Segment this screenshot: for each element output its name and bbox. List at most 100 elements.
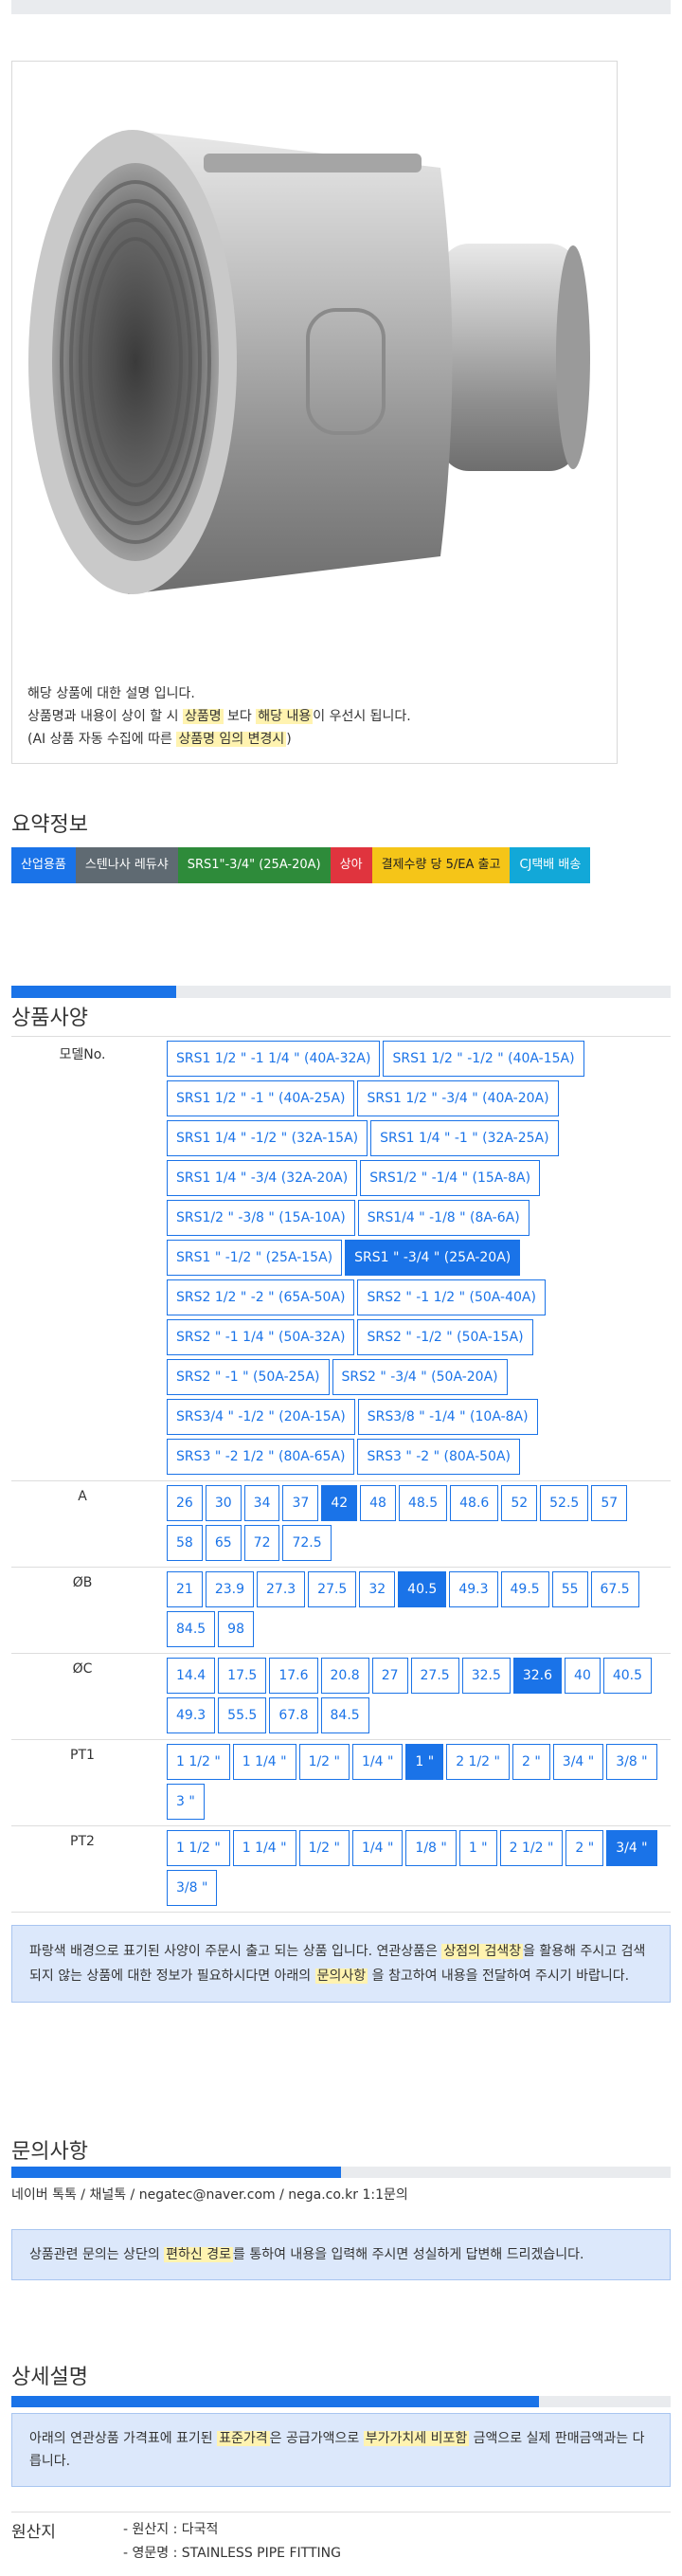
spec-option[interactable]: 48.5 [398,1485,448,1521]
spec-option[interactable]: 3/8 " [606,1744,657,1780]
spec-option[interactable]: SRS2 " -1 " (50A-25A) [167,1359,330,1395]
spec-option[interactable]: 67.5 [590,1571,639,1607]
spec-option[interactable]: SRS1 1/2 " -1 1/4 " (40A-32A) [167,1041,381,1077]
spec-option-selected[interactable]: SRS1 " -3/4 " (25A-20A) [345,1240,521,1276]
spec-option[interactable]: SRS3/4 " -1/2 " (20A-15A) [167,1399,355,1435]
spec-option[interactable]: 21 [167,1571,203,1607]
spec-option[interactable]: 27.3 [257,1571,306,1607]
spec-option[interactable]: 3/8 " [167,1870,218,1906]
spec-option[interactable]: 49.5 [500,1571,549,1607]
spec-option[interactable]: 1/8 " [405,1830,457,1866]
spec-option[interactable]: 67.8 [269,1697,318,1733]
spec-option[interactable]: 57 [591,1485,628,1521]
spec-label: PT2 [70,1834,95,1849]
desc-text: (AI 상품 자동 수집에 따른 [27,732,177,747]
spec-option[interactable]: 48.6 [450,1485,499,1521]
spec-option[interactable]: 27.5 [410,1658,459,1694]
spec-option[interactable]: 27.5 [308,1571,357,1607]
spec-option[interactable]: 72 [243,1525,280,1561]
spec-option[interactable]: SRS1 1/4 " -1 " (32A-25A) [370,1120,559,1156]
spec-option[interactable]: 3 " [167,1784,205,1820]
spec-option[interactable]: 65 [205,1525,242,1561]
spec-option[interactable]: 1 1/4 " [232,1830,296,1866]
spec-option[interactable]: 98 [218,1611,254,1647]
spec-row: ØB 21 23.9 27.3 27.5 32 40.5 49.3 49.5 55 67.5 84.5… [11,1568,671,1654]
spec-option[interactable]: 14.4 [167,1658,216,1694]
desc-text: ) [286,732,292,747]
spec-option[interactable]: 17.6 [269,1658,318,1694]
spec-option[interactable]: 3/4 " [552,1744,604,1780]
desc-text: 보다 [223,709,257,724]
spec-label: ØB [72,1575,93,1590]
spec-option[interactable]: 55.5 [218,1697,267,1733]
spec-option[interactable]: 32.5 [461,1658,511,1694]
spec-option[interactable]: SRS1/4 " -1/8 " (8A-6A) [357,1200,529,1236]
spec-option[interactable]: 2 1/2 " [446,1744,510,1780]
spec-option[interactable]: SRS1 1/2 " -3/4 " (40A-20A) [357,1080,559,1116]
spec-option[interactable]: SRS2 1/2 " -2 " (65A-50A) [167,1279,355,1315]
spec-option[interactable]: SRS2 " -3/4 " (50A-20A) [332,1359,508,1395]
spec-option[interactable]: 52.5 [540,1485,589,1521]
spec-option[interactable]: SRS3/8 " -1/4 " (10A-8A) [357,1399,538,1435]
spec-option[interactable]: 30 [205,1485,242,1521]
spec-option[interactable]: 23.9 [205,1571,254,1607]
spec-option[interactable]: 37 [282,1485,319,1521]
spec-option[interactable]: SRS1 1/4 " -1/2 " (32A-15A) [167,1120,368,1156]
spec-options: 26 30 34 37 42 48 48.5 48.6 52 52.5 57 58 65 72 72.5 [153,1481,671,1567]
spec-option[interactable]: 1/2 " [298,1744,350,1780]
spec-option[interactable]: SRS1/2 " -1/4 " (15A-8A) [360,1160,541,1196]
summary-tags: 산업용품 스텐나사 레듀샤 SRS1"-3/4" (25A-20A) 상아 결제수량 당… [11,847,671,883]
spec-option[interactable]: 1/4 " [351,1744,404,1780]
spec-option[interactable]: 26 [167,1485,203,1521]
spec-option[interactable]: 84.5 [320,1697,369,1733]
spec-option[interactable]: 49.3 [449,1571,498,1607]
desc-text: 상품명과 내용이 상이 할 시 [27,709,183,724]
notice-highlight: 문의사항 [314,1968,368,1984]
spec-option[interactable]: 1 1/2 " [167,1744,230,1780]
spec-option[interactable]: SRS1 1/4 " -3/4 (32A-20A) [167,1160,358,1196]
spec-option[interactable]: 84.5 [167,1611,216,1647]
spec-option[interactable]: 1 " [458,1830,497,1866]
spec-option[interactable]: SRS1 1/2 " -1 " (40A-25A) [167,1080,355,1116]
spec-option[interactable]: SRS1 1/2 " -1/2 " (40A-15A) [383,1041,584,1077]
spec-option-selected[interactable]: 32.6 [512,1658,563,1694]
spec-option[interactable]: 1/4 " [351,1830,404,1866]
spec-option[interactable]: SRS1 " -1/2 " (25A-15A) [167,1240,343,1276]
spec-option[interactable]: 1 1/2 " [167,1830,230,1866]
spec-option[interactable]: 40.5 [602,1658,653,1694]
spec-option[interactable]: 2 " [565,1830,604,1866]
spec-option[interactable]: SRS3 " -2 1/2 " (80A-65A) [167,1439,355,1475]
spec-option[interactable]: 58 [167,1525,203,1561]
spec-label: ØC [72,1661,93,1677]
spec-option-selected[interactable]: 3/4 " [606,1830,657,1866]
spec-option[interactable]: 2 " [512,1744,550,1780]
spec-option[interactable]: SRS2 " -1 1/4 " (50A-32A) [167,1319,355,1355]
spec-option[interactable]: 34 [243,1485,280,1521]
spec-option-selected[interactable]: 42 [321,1485,358,1521]
summary-tag: 스텐나사 레듀샤 [75,847,178,883]
spec-option[interactable]: 49.3 [167,1697,216,1733]
spec-option[interactable]: 1 1/4 " [232,1744,296,1780]
spec-option[interactable]: SRS2 " -1/2 " (50A-15A) [357,1319,533,1355]
detail-title: 상세설명 [11,2366,88,2389]
spec-options: 1 1/2 " 1 1/4 " 1/2 " 1/4 " 1/8 " 1 " 2 1/2 " 2… [153,1826,671,1912]
spec-option[interactable]: 52 [501,1485,538,1521]
detail-progress-fill [11,2396,539,2407]
spec-option[interactable]: 32 [359,1571,396,1607]
notice-text: 파랑색 배경으로 표기된 사양이 주문시 출고 되는 상품 입니다. 연관상품은 [29,1944,442,1959]
spec-option[interactable]: 20.8 [320,1658,369,1694]
spec-option[interactable]: 27 [371,1658,408,1694]
spec-option[interactable]: SRS1/2 " -3/8 " (15A-10A) [167,1200,355,1236]
spec-option-selected[interactable]: 1 " [405,1744,444,1780]
spec-option[interactable]: SRS2 " -1 1/2 " (50A-40A) [357,1279,546,1315]
spec-option[interactable]: 1/2 " [298,1830,350,1866]
spec-option[interactable]: 2 1/2 " [499,1830,564,1866]
spec-option-selected[interactable]: 40.5 [398,1571,447,1607]
spec-option[interactable]: 55 [551,1571,588,1607]
spec-option[interactable]: 48 [360,1485,396,1521]
spec-option[interactable]: 72.5 [282,1525,332,1561]
spec-option[interactable]: 17.5 [218,1658,267,1694]
notice-text: 을 참고하여 내용을 전달하여 주시기 바랍니다. [368,1968,630,1984]
spec-option[interactable]: SRS3 " -2 " (80A-50A) [357,1439,520,1475]
spec-option[interactable]: 40 [565,1658,601,1694]
